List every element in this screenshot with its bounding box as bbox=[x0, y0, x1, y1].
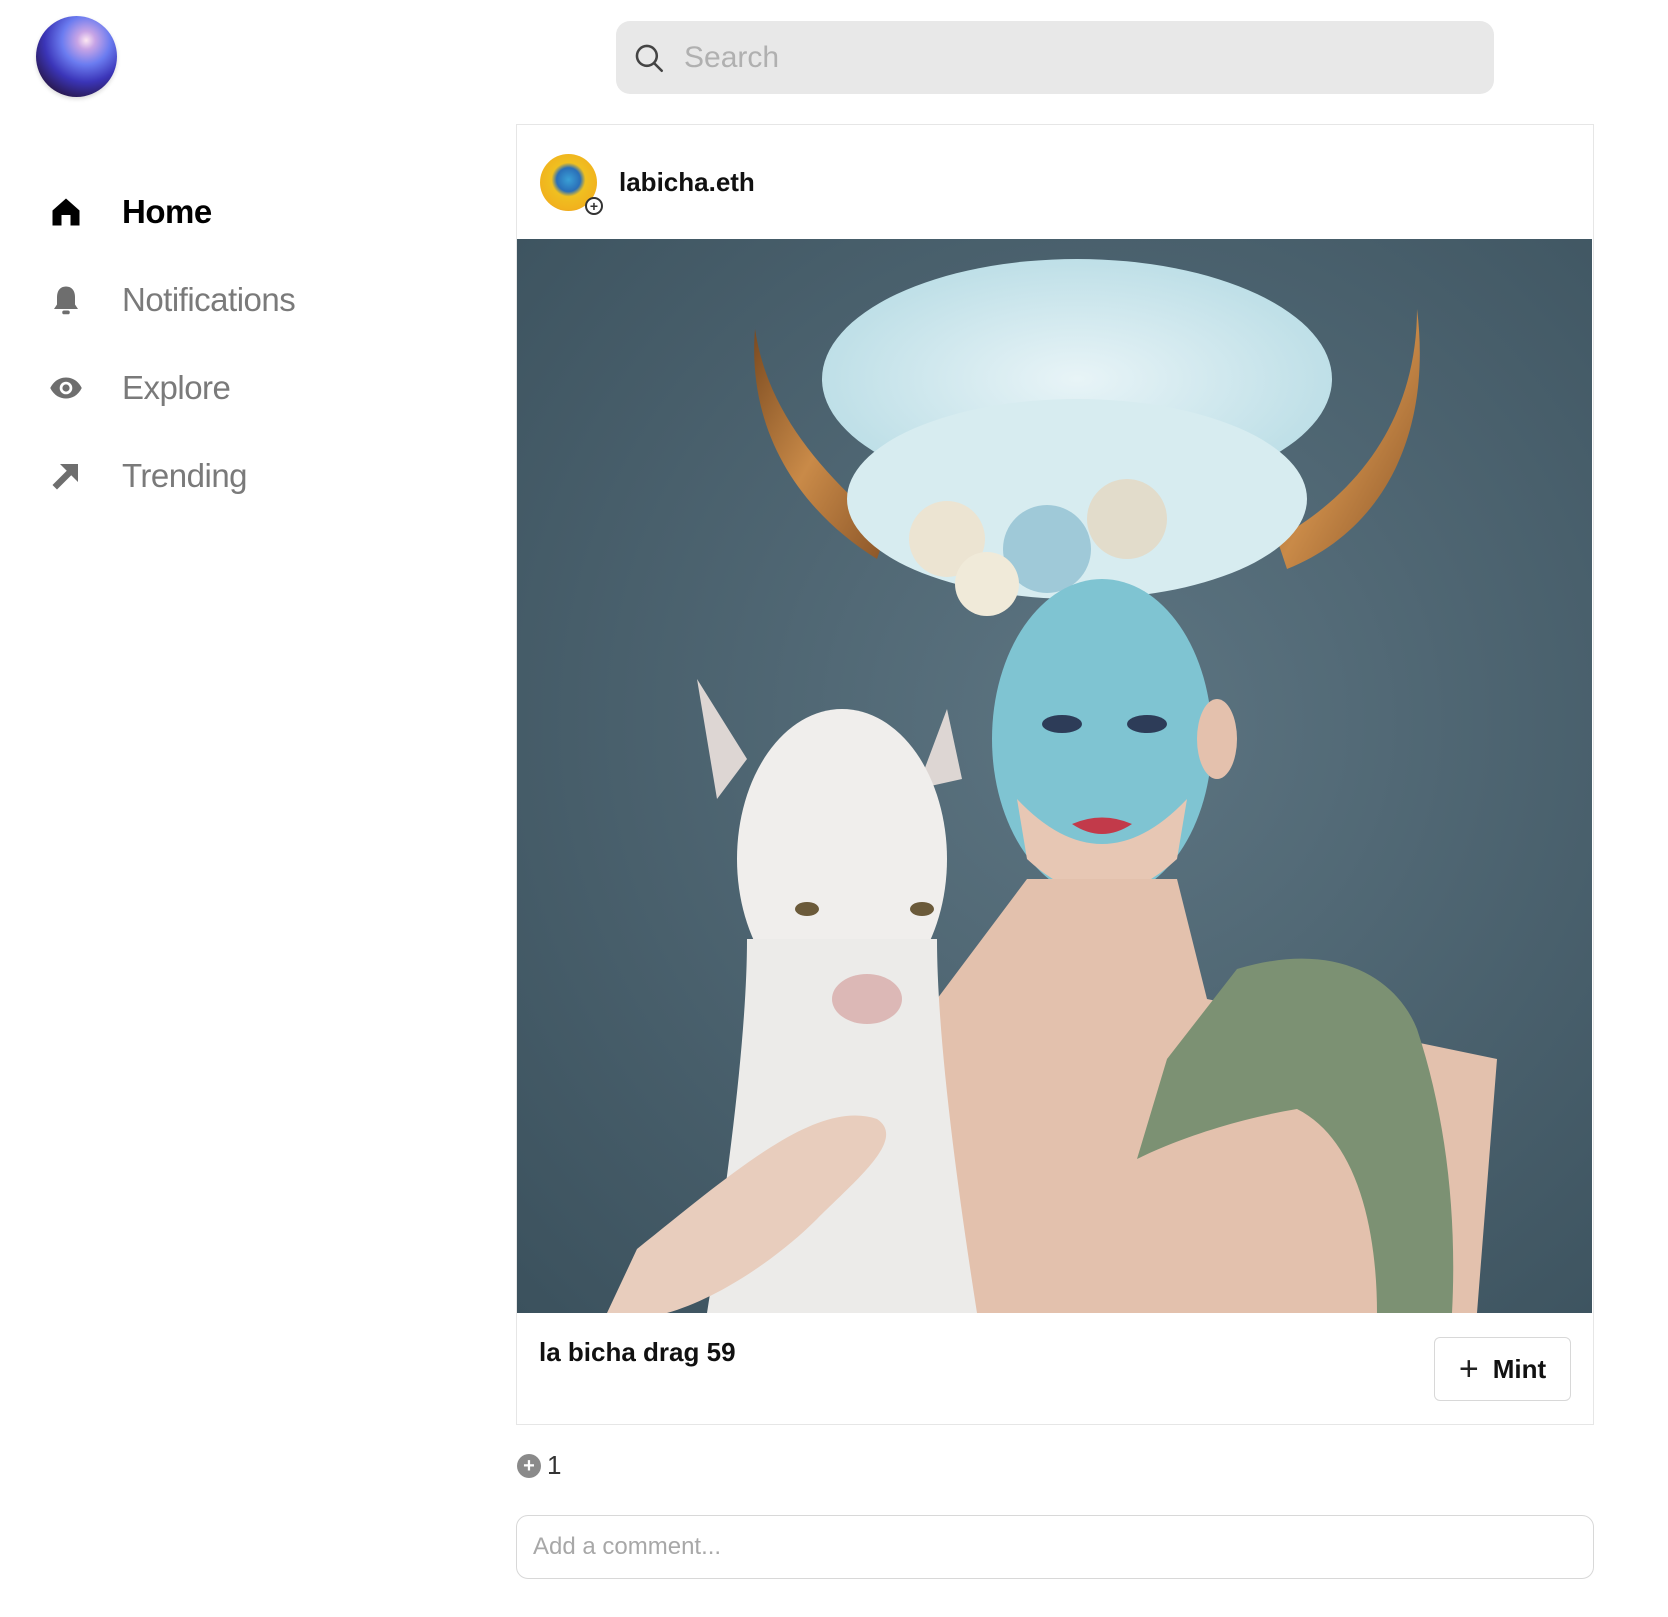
post-image[interactable] bbox=[517, 239, 1592, 1313]
mint-button[interactable]: + Mint bbox=[1434, 1337, 1571, 1401]
sidebar-nav: Home Notifications Explore Trending bbox=[40, 168, 296, 520]
app-logo[interactable] bbox=[36, 16, 117, 97]
sidebar-item-home[interactable]: Home bbox=[40, 168, 295, 256]
sidebar-item-explore[interactable]: Explore bbox=[40, 344, 295, 432]
mint-count-value: 1 bbox=[547, 1450, 562, 1480]
eye-icon bbox=[40, 362, 92, 414]
search-bar[interactable] bbox=[616, 21, 1494, 94]
post-image-illustration bbox=[517, 239, 1592, 1313]
post-footer: la bicha drag 59 + Mint bbox=[517, 1313, 1593, 1423]
post-header: + labicha.eth bbox=[517, 125, 1593, 239]
sidebar-item-trending[interactable]: Trending bbox=[40, 432, 295, 520]
comment-input[interactable] bbox=[531, 1532, 1575, 1562]
sidebar-item-label: Trending bbox=[122, 457, 248, 494]
mint-count: + 1 bbox=[517, 1450, 561, 1481]
sidebar-item-label: Notifications bbox=[122, 281, 296, 318]
post-card: + labicha.eth la bicha drag 59 + Mint bbox=[516, 124, 1594, 1425]
home-icon bbox=[40, 186, 92, 238]
mint-button-label: Mint bbox=[1492, 1353, 1547, 1384]
plus-circle-icon: + bbox=[517, 1453, 541, 1478]
post-title: la bicha drag 59 bbox=[539, 1337, 736, 1367]
follow-plus-icon[interactable]: + bbox=[585, 196, 603, 215]
search-input[interactable] bbox=[682, 39, 1466, 76]
avatar[interactable]: + bbox=[540, 153, 603, 215]
bell-icon bbox=[40, 274, 92, 326]
search-icon bbox=[635, 44, 664, 72]
sidebar-item-label: Explore bbox=[122, 369, 231, 406]
comment-box[interactable] bbox=[516, 1515, 1594, 1579]
sidebar-item-notifications[interactable]: Notifications bbox=[40, 256, 296, 344]
sidebar-item-label: Home bbox=[122, 193, 212, 230]
post-username[interactable]: labicha.eth bbox=[619, 167, 755, 198]
plus-icon: + bbox=[1458, 1350, 1479, 1388]
arrow-up-right-icon bbox=[40, 450, 92, 502]
